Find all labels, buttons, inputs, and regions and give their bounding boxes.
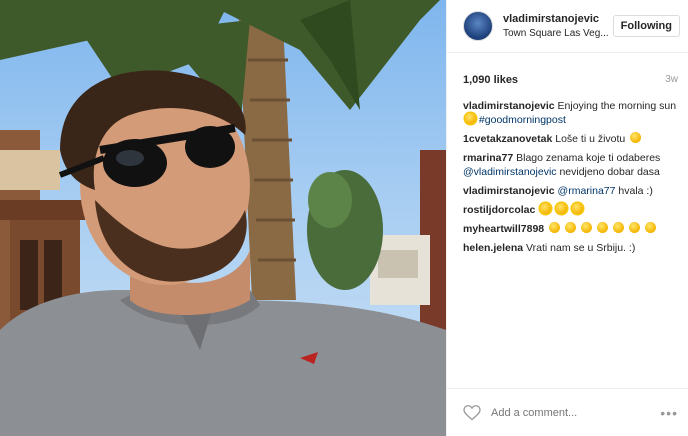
comment-username[interactable]: myheartwill7898 [463, 223, 544, 235]
location-link[interactable]: Town Square Las Veg... [503, 28, 613, 39]
comment-username[interactable]: 1cvetakzanovetak [463, 133, 552, 145]
kiss-emoji-icon [628, 222, 640, 233]
sun-emoji-icon [540, 203, 552, 214]
comment-item: helen.jelena Vrati nam se u Srbiju. :) [463, 241, 680, 255]
comment-text-tail: hvala :) [618, 185, 653, 197]
more-options-icon[interactable]: ••• [660, 405, 678, 421]
caption-username[interactable]: vladimirstanojevic [463, 100, 555, 112]
comment-text: Vrati nam se u Srbiju. :) [526, 242, 636, 254]
tongue-emoji-icon [630, 132, 642, 143]
post-details-panel: vladimirstanojevic Town Square Las Veg..… [446, 0, 688, 436]
header-text: vladimirstanojevic Town Square Las Veg..… [503, 13, 613, 39]
kiss-emoji-icon [580, 222, 592, 233]
likes-count[interactable]: 1,090 likes [463, 74, 518, 86]
kiss-emoji-icon [612, 222, 624, 233]
comment-username[interactable]: rostiljdorcolac [463, 204, 535, 216]
comment-username[interactable]: helen.jelena [463, 242, 523, 254]
add-comment-input[interactable] [491, 406, 661, 419]
comment-item: myheartwill7898 [463, 222, 680, 236]
comment-item: 1cvetakzanovetak Loše ti u životu [463, 132, 680, 146]
hashtag-link[interactable]: #goodmorningpost [479, 114, 566, 126]
comment-username[interactable]: rmarina77 [463, 152, 513, 164]
comment-item: rmarina77 Blago zenama koje ti odaberes … [463, 151, 680, 179]
kiss-emoji-icon [596, 222, 608, 233]
instagram-post: vladimirstanojevic Town Square Las Veg..… [0, 0, 688, 436]
kiss-emoji-icon [644, 222, 656, 233]
kiss-emoji-icon [549, 222, 561, 233]
sun-emoji-icon [556, 203, 568, 214]
comment-text: Blago zenama koje ti odaberes [516, 152, 661, 164]
header-username[interactable]: vladimirstanojevic [503, 13, 613, 25]
post-photo[interactable] [0, 0, 446, 436]
following-button[interactable]: Following [612, 15, 680, 37]
user-avatar[interactable] [463, 11, 493, 41]
comment-item: vladimirstanojevic @rmarina77 hvala :) [463, 184, 680, 198]
comment-text-tail: nevidjeno dobar dasa [559, 166, 660, 178]
heart-icon[interactable] [463, 404, 481, 421]
post-time[interactable]: 3w [665, 74, 678, 85]
comment-text: Loše ti u životu [555, 133, 626, 145]
comment-footer: ••• [447, 388, 688, 436]
comments-list: vladimirstanojevic Enjoying the morning … [447, 89, 688, 388]
selfie-photo-illustration [0, 0, 446, 436]
sun-emoji-icon [465, 113, 476, 124]
caption-text: Enjoying the morning sun [557, 100, 677, 112]
likes-row: 1,090 likes 3w [447, 53, 688, 89]
post-header: vladimirstanojevic Town Square Las Veg..… [447, 0, 688, 53]
comment-username[interactable]: vladimirstanojevic [463, 185, 555, 197]
kiss-emoji-icon [564, 222, 576, 233]
mention-link[interactable]: @rmarina77 [558, 185, 616, 197]
caption: vladimirstanojevic Enjoying the morning … [463, 99, 680, 127]
mention-link[interactable]: @vladimirstanojevic [463, 166, 557, 178]
comment-item: rostiljdorcolac [463, 203, 680, 217]
sun-emoji-icon [572, 203, 584, 214]
